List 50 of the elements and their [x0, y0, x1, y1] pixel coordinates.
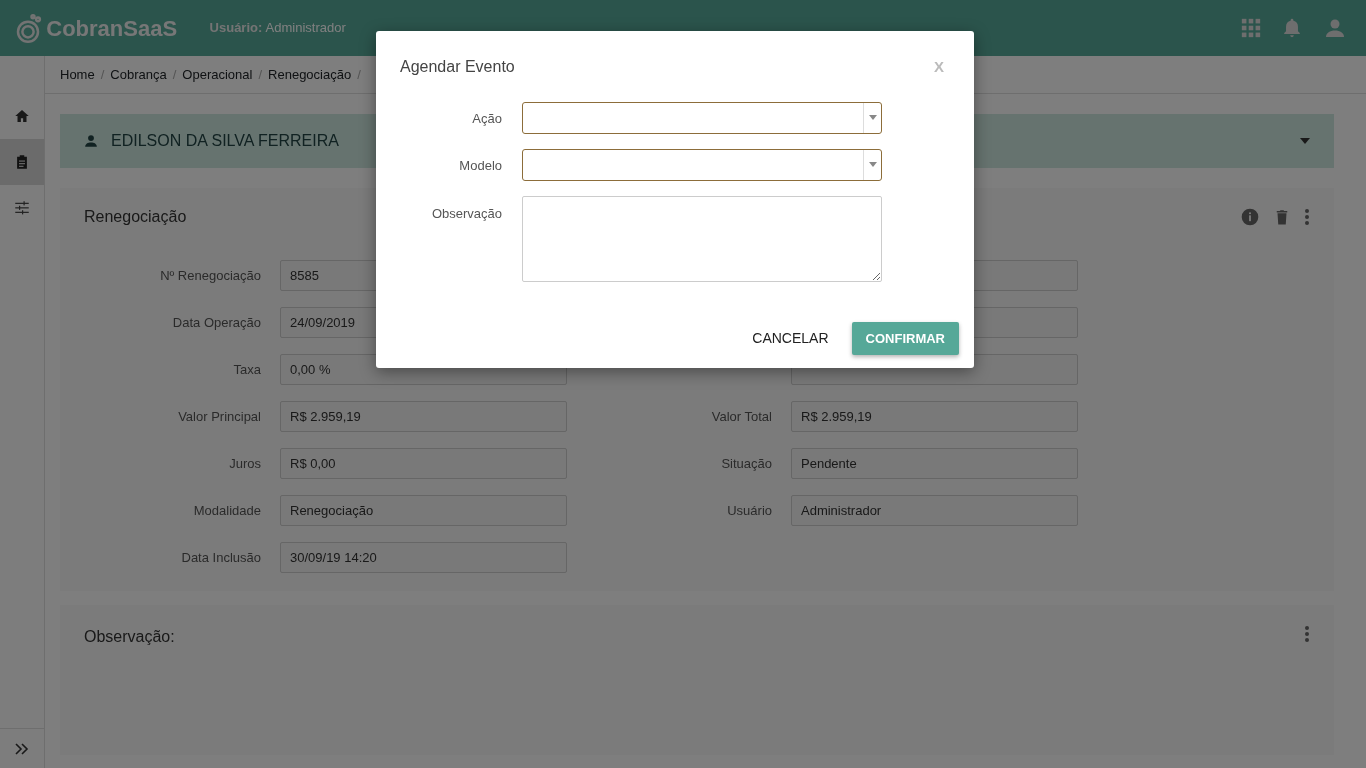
field-value: R$ 2.959,19	[280, 401, 567, 432]
user-name: Administrador	[265, 19, 346, 38]
cancel-button[interactable]: CANCELAR	[742, 321, 839, 355]
person-icon	[84, 134, 98, 148]
home-icon[interactable]	[13, 107, 31, 125]
client-name: EDILSON DA SILVA FERREIRA	[111, 131, 339, 151]
card-title: Renegociação	[84, 207, 187, 227]
select-field[interactable]	[522, 101, 882, 134]
field-value: Pendente	[791, 448, 1078, 479]
field-label: Data Operação	[172, 314, 261, 330]
field-label: Juros	[229, 455, 261, 471]
expand-icon[interactable]	[15, 742, 29, 755]
breadcrumb-link[interactable]: Operacional	[182, 64, 253, 85]
bell-icon[interactable]	[1281, 16, 1303, 40]
field-value: Administrador	[791, 495, 1078, 526]
field-label: Usuário	[727, 502, 772, 518]
breadcrumb-separator: /	[357, 65, 361, 84]
select-field[interactable]	[522, 148, 882, 181]
dropdown-caret-icon[interactable]	[1300, 138, 1310, 144]
more-icon[interactable]	[1304, 208, 1310, 226]
field-label: Observação	[431, 205, 502, 221]
field-label: Nº Renegociação	[160, 267, 261, 283]
breadcrumb-link[interactable]: Home	[60, 64, 95, 85]
apps-grid-icon[interactable]	[1239, 17, 1262, 39]
field-value: 30/09/19 14:20	[280, 542, 567, 573]
modal-title: Agendar Evento	[400, 57, 515, 78]
section-title: Observação:	[84, 627, 175, 647]
confirm-button[interactable]: CONFIRMAR	[851, 321, 959, 355]
field-label: Taxa	[233, 361, 261, 377]
field-label: Situação	[721, 455, 772, 471]
breadcrumb-separator: /	[100, 65, 105, 84]
breadcrumb-separator: /	[258, 65, 263, 84]
field-label: Modelo	[459, 157, 502, 173]
field-label: Modalidade	[193, 502, 261, 518]
breadcrumb-link[interactable]: Cobrança	[110, 64, 167, 85]
field-label: Data Inclusão	[181, 549, 261, 565]
field-value: Renegociação	[280, 495, 567, 526]
field-value: R$ 2.959,19	[791, 401, 1078, 432]
field-value: R$ 0,00	[280, 448, 567, 479]
caret-icon	[868, 115, 877, 120]
field-label: Valor Principal	[178, 408, 261, 424]
sliders-icon[interactable]	[13, 199, 31, 217]
info-icon[interactable]	[1240, 207, 1260, 227]
caret-icon	[868, 162, 877, 167]
field-label: Ação	[472, 110, 502, 126]
user-label: Usuário:	[209, 19, 263, 38]
more-icon[interactable]	[1304, 625, 1310, 643]
breadcrumb-link[interactable]: Renegociação	[268, 64, 352, 85]
field-label: Valor Total	[711, 408, 772, 424]
breadcrumb-separator: /	[172, 65, 177, 84]
